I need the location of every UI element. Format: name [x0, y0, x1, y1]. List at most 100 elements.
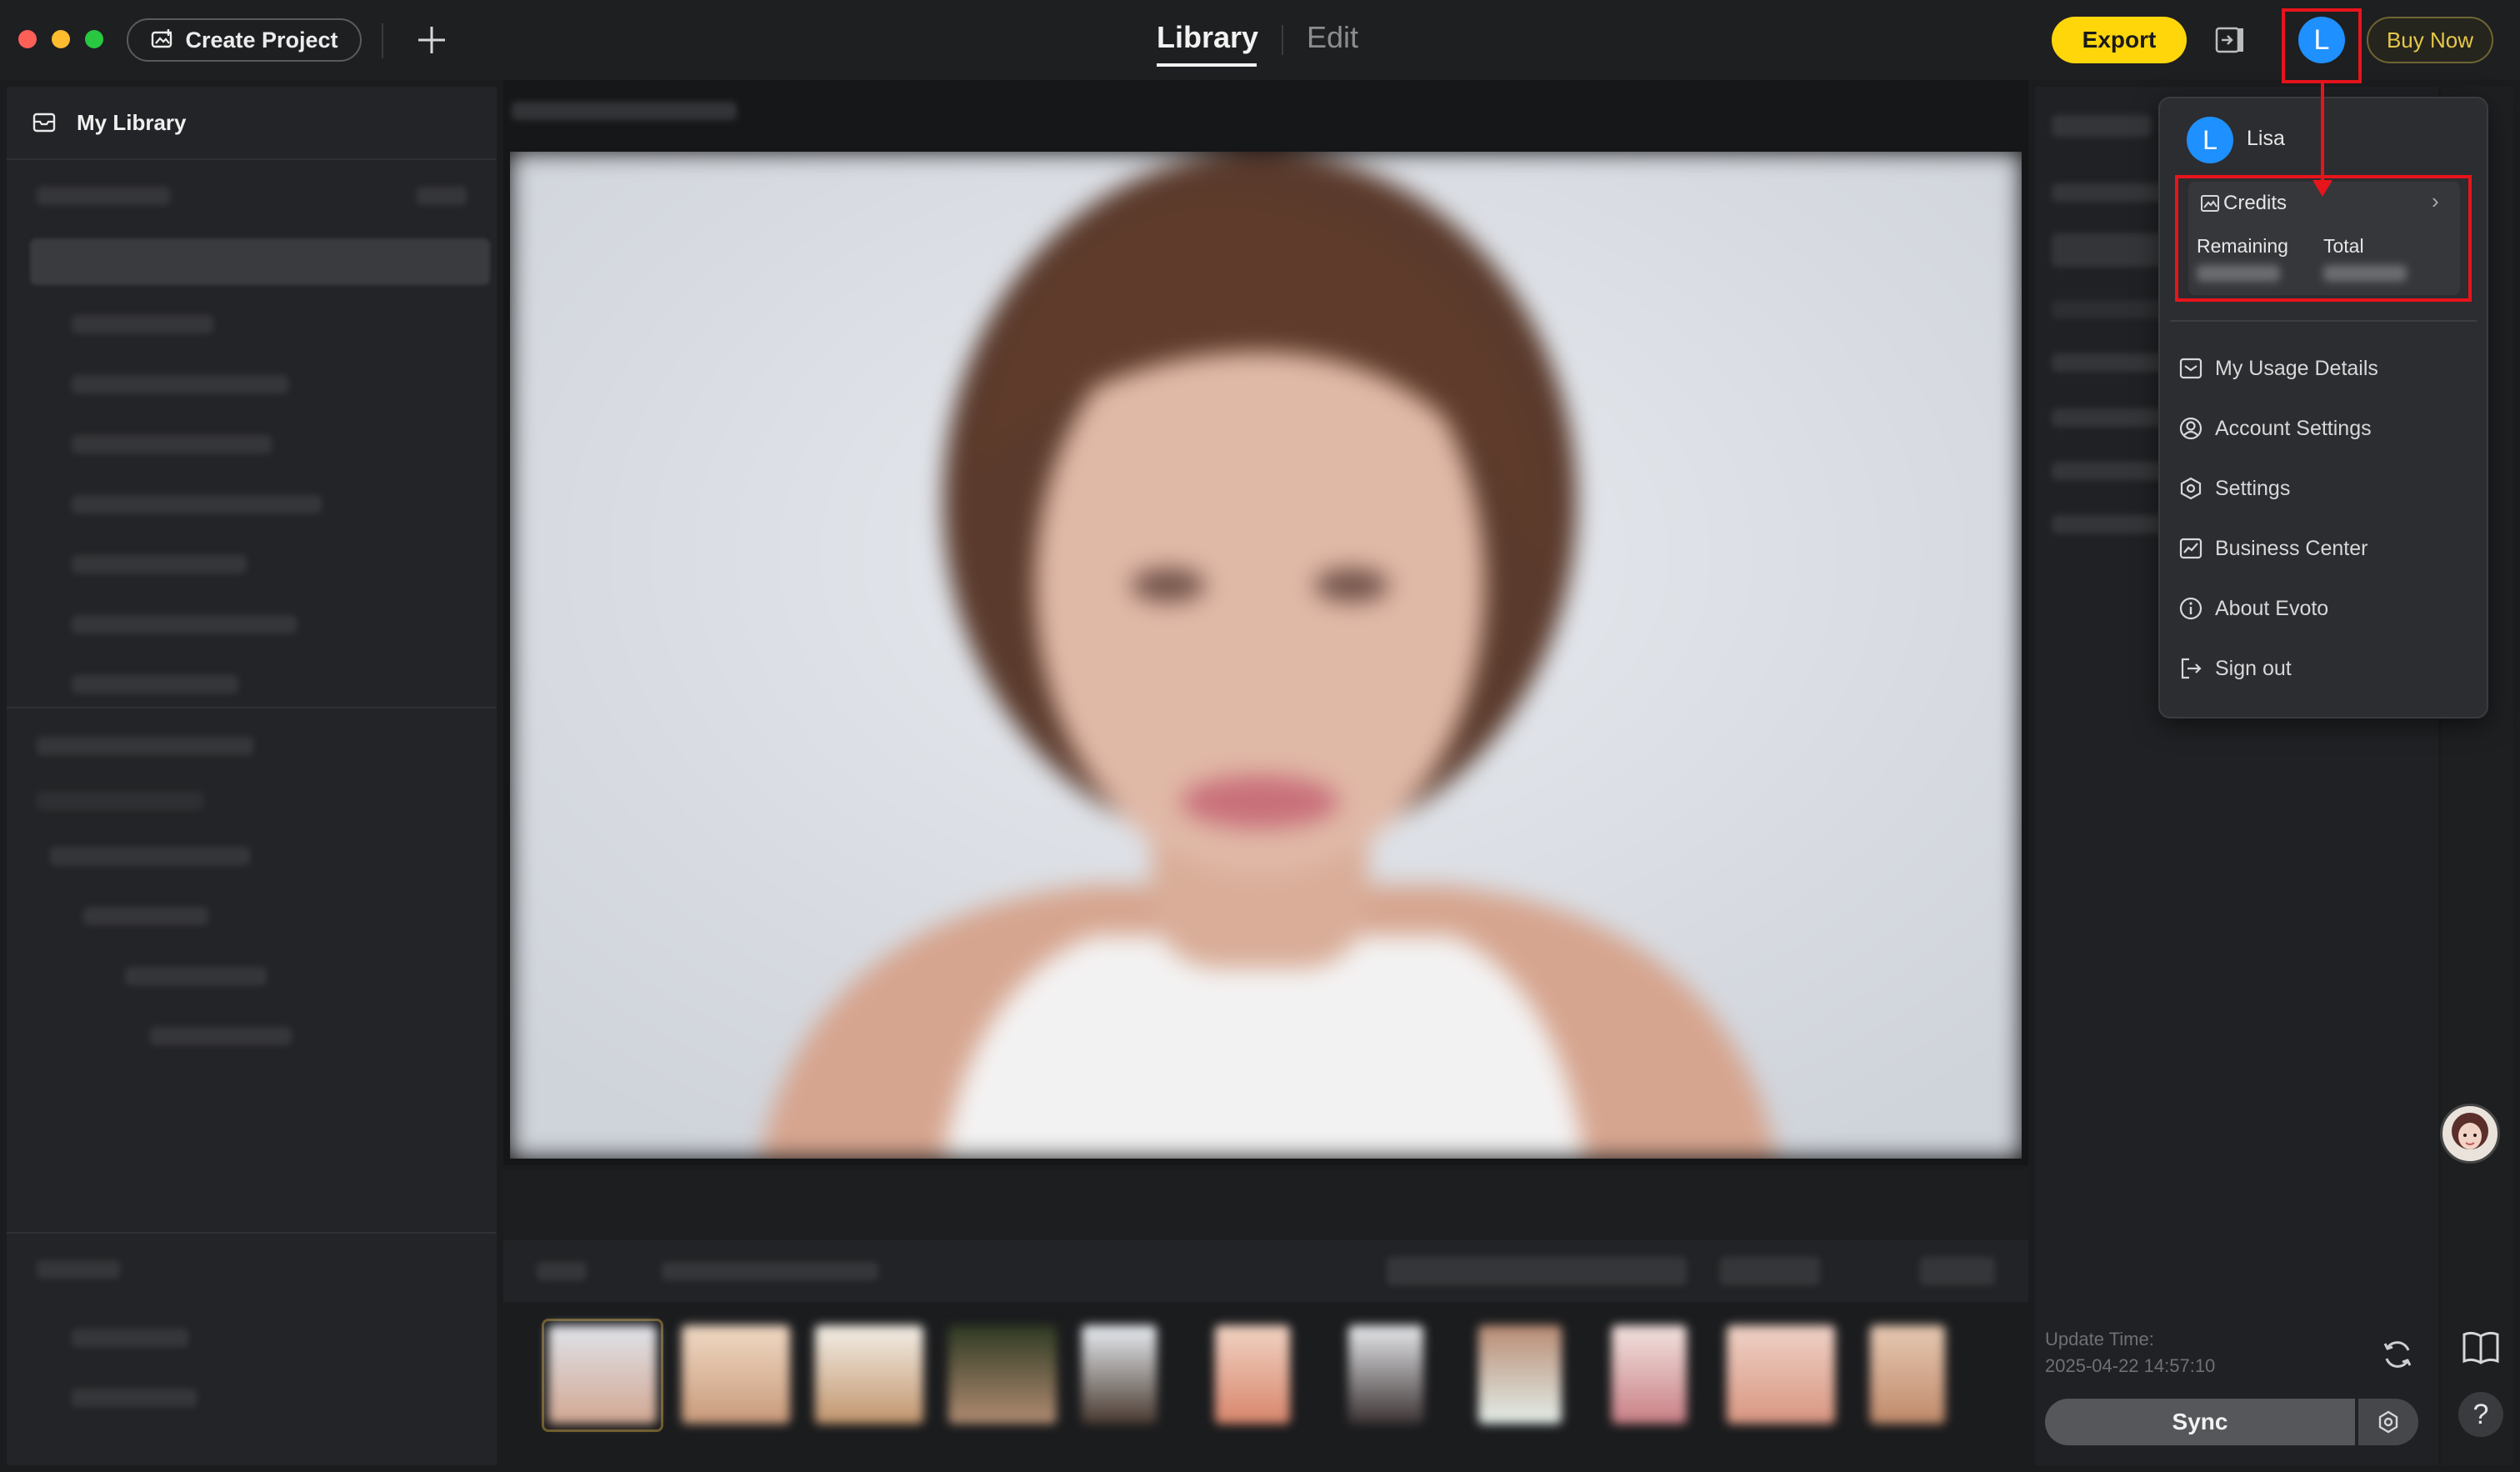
filmstrip-blurred-count: [662, 1262, 878, 1280]
menu-item-label: Settings: [2215, 476, 2291, 500]
thumbnail[interactable]: [1870, 1325, 1945, 1424]
portrait-photo: [510, 152, 2022, 1159]
account-icon: [2179, 417, 2202, 440]
right-panel-blurred-row[interactable]: [2052, 515, 2168, 533]
sync-button[interactable]: Sync: [2045, 1399, 2355, 1445]
sidebar-blurred-section: [37, 187, 170, 205]
add-button[interactable]: [410, 18, 453, 62]
menu-item-settings[interactable]: Settings: [2178, 468, 2290, 508]
window-close-button[interactable]: [18, 30, 37, 48]
thumbnail[interactable]: [682, 1325, 790, 1424]
sidebar-blurred-item[interactable]: [72, 375, 288, 393]
sync-settings-button[interactable]: [2358, 1399, 2418, 1445]
thumbnail[interactable]: [1215, 1325, 1290, 1424]
plus-icon: [418, 27, 445, 53]
refresh-icon: [2383, 1341, 2412, 1368]
photo-header: [503, 80, 2028, 148]
window-minimize-button[interactable]: [52, 30, 70, 48]
panel-toggle-icon: [2215, 27, 2243, 53]
sidebar-blurred-item[interactable]: [37, 792, 203, 810]
annotation-arrow-head: [2312, 180, 2332, 197]
right-panel-blurred-title: [2052, 115, 2152, 137]
thumbnail[interactable]: [548, 1325, 657, 1424]
update-time-value: 2025-04-22 14:57:10: [2045, 1355, 2216, 1376]
right-panel-blurred-row[interactable]: [2052, 233, 2168, 267]
sidebar-selected-item[interactable]: [30, 238, 490, 285]
book-icon: [2462, 1331, 2499, 1364]
sidebar-blurred-item[interactable]: [72, 315, 213, 333]
right-panel-blurred-row[interactable]: [2052, 353, 2168, 372]
dropdown-user-name: Lisa: [2247, 127, 2285, 150]
sidebar-blurred-item[interactable]: [50, 847, 250, 865]
thumbnail[interactable]: [1348, 1325, 1423, 1424]
sidebar-blurred-controls: [417, 187, 467, 205]
dropdown-divider: [2170, 320, 2477, 322]
sidebar-blurred-item[interactable]: [72, 495, 322, 513]
menu-item-business-center[interactable]: Business Center: [2178, 528, 2368, 568]
usage-icon: [2179, 358, 2202, 379]
export-button[interactable]: Export: [2052, 17, 2187, 63]
filmstrip-blurred-sort[interactable]: [1720, 1257, 1820, 1285]
right-panel-blurred-row[interactable]: [2052, 408, 2168, 427]
sidebar-blurred-item[interactable]: [125, 967, 267, 985]
info-icon: [2179, 597, 2202, 620]
filmstrip-blurred-view[interactable]: [1920, 1257, 1995, 1285]
sidebar-blurred-item[interactable]: [72, 675, 238, 693]
sidebar-blurred-item[interactable]: [72, 555, 247, 573]
photo-filename-blurred: [512, 102, 737, 120]
user-avatar-button[interactable]: L: [2298, 17, 2345, 63]
my-library-header[interactable]: My Library: [7, 87, 497, 160]
menu-item-label: Business Center: [2215, 536, 2368, 560]
thumbnail[interactable]: [1612, 1325, 1687, 1424]
assistant-face-icon: [2452, 1113, 2488, 1149]
sidebar-blurred-item[interactable]: [150, 1027, 292, 1045]
window-maximize-button[interactable]: [85, 30, 103, 48]
create-project-button[interactable]: Create Project: [127, 18, 362, 62]
create-project-label: Create Project: [185, 27, 338, 53]
right-panel-blurred-row: [2052, 300, 2168, 318]
assistant-avatar[interactable]: [2440, 1104, 2500, 1164]
tab-edit[interactable]: Edit: [1307, 20, 1358, 55]
question-mark-icon: ?: [2472, 1398, 2489, 1430]
filmstrip-blurred-controls[interactable]: [537, 1262, 587, 1280]
filmstrip: [503, 1302, 2028, 1465]
thumbnail[interactable]: [948, 1325, 1057, 1424]
menu-item-label: About Evoto: [2215, 596, 2329, 620]
thumbnail[interactable]: [815, 1325, 923, 1424]
sidebar-blurred-item[interactable]: [72, 615, 297, 633]
filmstrip-blurred-rating[interactable]: [1387, 1257, 1687, 1285]
dropdown-user-avatar: L: [2187, 117, 2233, 163]
help-button[interactable]: ?: [2458, 1392, 2503, 1437]
buy-now-button[interactable]: Buy Now: [2367, 17, 2493, 63]
menu-item-sign-out[interactable]: Sign out: [2178, 648, 2292, 688]
settings-icon: [2180, 477, 2202, 500]
refresh-button[interactable]: [2377, 1334, 2418, 1375]
active-tab-underline: [1157, 63, 1257, 67]
my-library-label: My Library: [77, 109, 187, 135]
thumbnail[interactable]: [1727, 1325, 1835, 1424]
sign-out-icon: [2181, 658, 2202, 679]
menu-item-label: My Usage Details: [2215, 356, 2378, 380]
toolbar-divider: [382, 23, 383, 58]
update-time-label: Update Time:: [2045, 1329, 2154, 1349]
panel-toggle-button[interactable]: [2212, 22, 2248, 58]
sidebar-blurred-item[interactable]: [72, 435, 272, 453]
create-project-icon: [152, 29, 172, 48]
sidebar-blurred-item[interactable]: [83, 907, 208, 925]
menu-item-account-settings[interactable]: Account Settings: [2178, 408, 2372, 448]
right-panel-blurred-row[interactable]: [2052, 462, 2168, 480]
menu-item-usage-details[interactable]: My Usage Details: [2178, 348, 2378, 388]
sidebar-blurred-item[interactable]: [72, 1329, 188, 1347]
annotation-arrow-line: [2321, 82, 2324, 182]
thumbnail[interactable]: [1478, 1325, 1562, 1424]
tab-library[interactable]: Library: [1157, 20, 1258, 55]
gear-icon: [2378, 1410, 2398, 1434]
filmstrip-toolbar: [503, 1240, 2028, 1302]
right-panel-blurred-row: [2052, 183, 2168, 202]
guide-button[interactable]: [2458, 1325, 2503, 1370]
menu-item-label: Account Settings: [2215, 416, 2372, 440]
sidebar-blurred-item[interactable]: [72, 1389, 197, 1407]
sidebar-divider: [7, 1232, 497, 1234]
thumbnail[interactable]: [1082, 1325, 1157, 1424]
menu-item-about[interactable]: About Evoto: [2178, 588, 2328, 628]
